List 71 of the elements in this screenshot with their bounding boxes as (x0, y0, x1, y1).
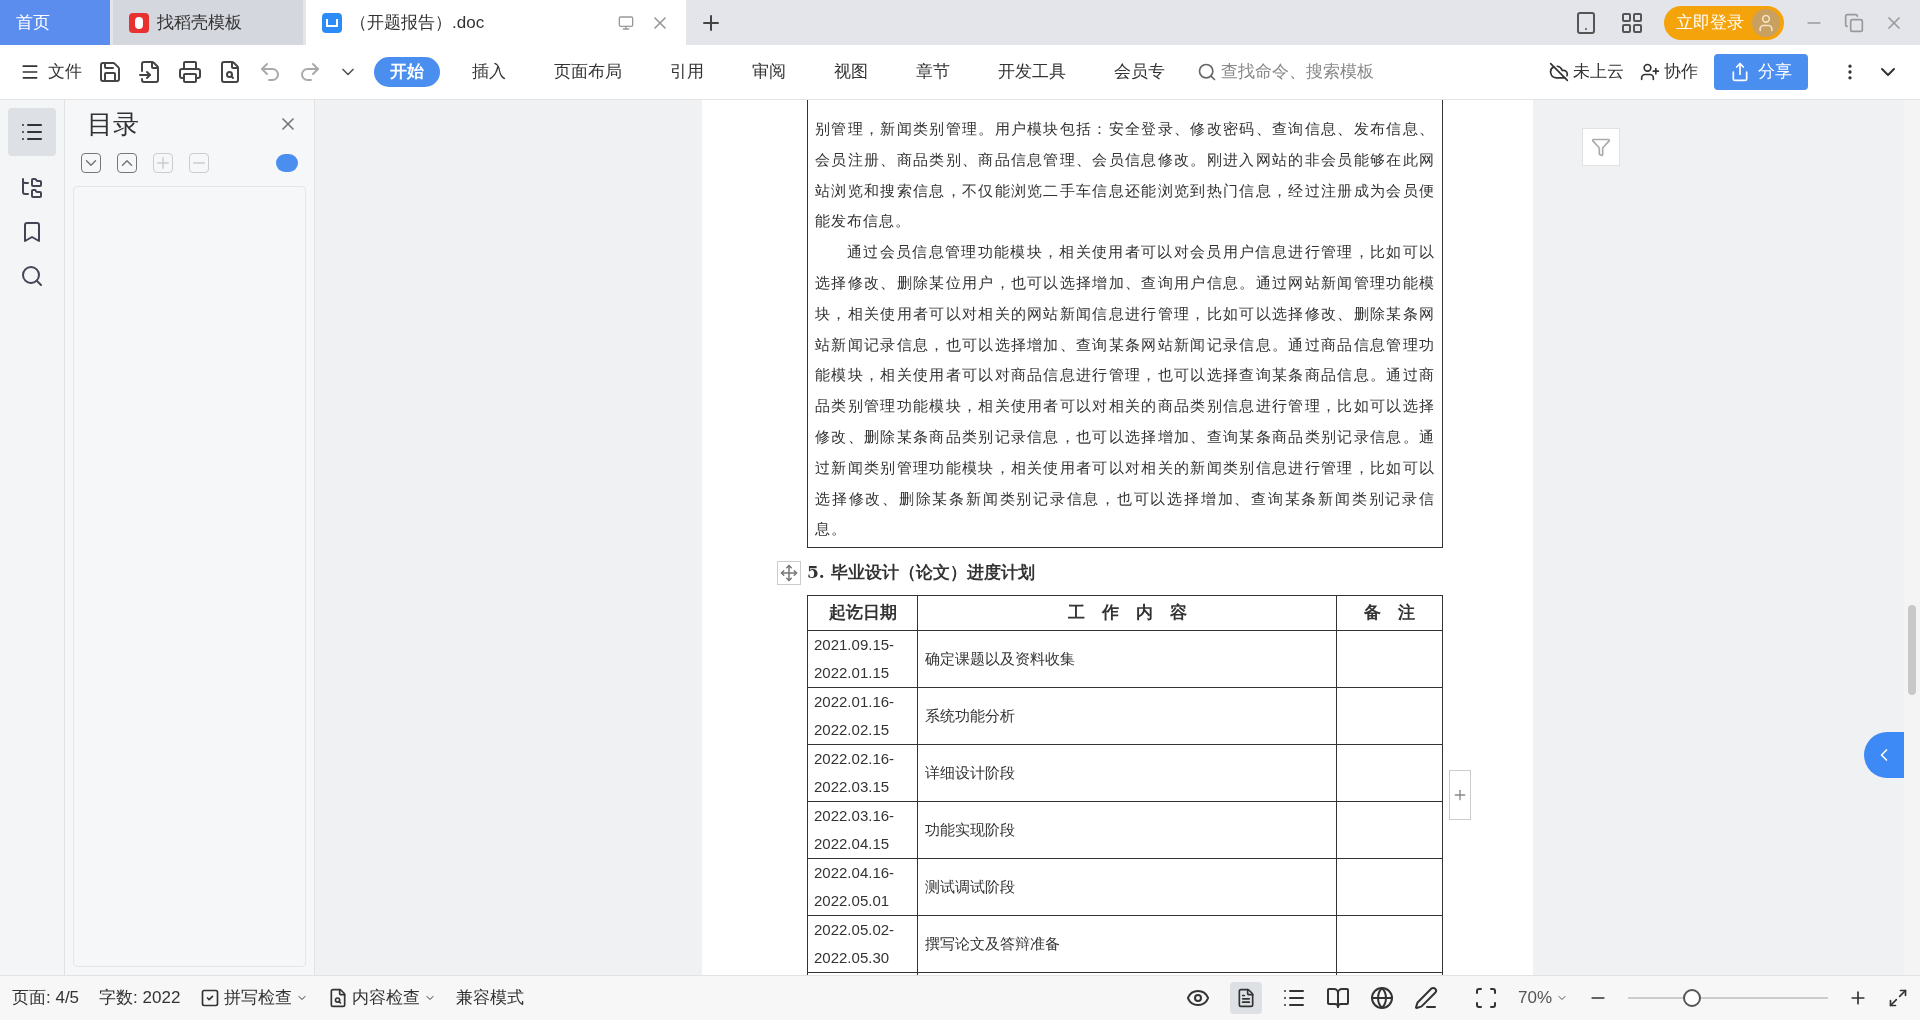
column-header: 备 注 (1336, 595, 1443, 631)
outline-tool[interactable] (8, 108, 56, 156)
save-icon[interactable] (98, 60, 122, 84)
navigation-icon[interactable] (20, 176, 44, 200)
table-cell: 2022.01.16-2022.02.15 (807, 687, 918, 745)
checkbox-icon (200, 988, 221, 1008)
page-view-button[interactable] (1229, 982, 1262, 1014)
fit-page-icon[interactable] (1473, 986, 1498, 1010)
scrollbar[interactable] (1904, 100, 1920, 975)
ribbon-tab[interactable]: 插入 (456, 57, 522, 87)
content-check-button[interactable]: 内容检查 (328, 985, 437, 1011)
paragraph: 别管理，新闻类别管理。用户模块包括：安全登录、修改密码、查询信息、发布信息、会员注册、商品类别、商品信息管理、会员信息修改。刚进入网站的非会员能够在此网站浏览和搜索信息，不仅能浏览二手车信息还能浏览到热门信息，经过注册成为会员便能发布信息。 (815, 119, 1435, 232)
export-icon[interactable] (138, 60, 162, 84)
search-icon (1197, 62, 1217, 82)
ribbon-tab[interactable]: 章节 (900, 57, 966, 87)
table-cell: 2022.02.16-2022.03.15 (807, 744, 918, 802)
table-cell: 功能实现阶段 (917, 801, 1337, 859)
read-view-icon[interactable] (1325, 986, 1350, 1010)
filter-icon (1591, 137, 1611, 157)
table-cell: 系统功能分析 (917, 687, 1337, 745)
table-cell: 2022.03.16-2022.04.15 (807, 801, 918, 859)
table-cell: 2022.04.16-2022.05.01 (807, 858, 918, 916)
document-icon (322, 12, 342, 33)
monitor-icon[interactable] (618, 14, 634, 31)
compat-mode: 兼容模式 (456, 987, 525, 1010)
ribbon-tab[interactable]: 开发工具 (982, 57, 1082, 87)
table-cell: 撰写论文及答辩准备 (917, 915, 1337, 973)
page-indicator: 页面: 4/5 (12, 987, 80, 1010)
move-handle-icon[interactable] (777, 560, 801, 585)
document-tab[interactable]: （开题报告）.doc (306, 0, 686, 45)
pen-icon[interactable] (1413, 986, 1438, 1010)
expand-icon[interactable] (81, 153, 101, 173)
table-cell: 2021.09.15-2022.01.15 (807, 630, 918, 688)
section-heading: 5. 毕业设计（论文）进度计划 (807, 560, 1035, 584)
ribbon-tab[interactable]: 审阅 (736, 57, 802, 87)
share-icon (1730, 62, 1750, 82)
ribbon-tab[interactable]: 会员专 (1098, 57, 1181, 87)
ribbon-tab[interactable]: 引用 (654, 57, 720, 87)
print-icon[interactable] (178, 60, 202, 84)
flame-icon (129, 12, 149, 33)
web-view-icon[interactable] (1369, 986, 1394, 1010)
cloud-button[interactable]: 未上云 (1549, 59, 1624, 85)
table-cell: 确定课题以及资料收集 (917, 630, 1337, 688)
menu-icon (20, 62, 40, 82)
document-search-icon (328, 988, 349, 1008)
collaborate-button[interactable]: 协作 (1640, 59, 1698, 85)
word-count: 字数: 2022 (99, 987, 181, 1010)
zoom-slider-thumb[interactable] (1683, 989, 1701, 1007)
zoom-level[interactable]: 70% (1517, 985, 1568, 1011)
fullscreen-icon[interactable] (1888, 988, 1908, 1008)
paragraph: 通过会员信息管理功能模块，相关使用者可以对会员用户信息进行管理，比如可以选择修改、删除某位用户，也可以选择增加、查询用户信息。通过网站新闻管理功能模块，相关使用者可以对相关的网站新闻信息进行管理，比如可以选择修改、删除某条网站新闻记录信息，也可以选择增加、查询某条网站新闻记录信息。通过商品信息管理功能模块，相关使用者可以对商品信息进行管理，也可以选择查询某条商品信息。通过商品类别管理功能模块，相关使用者可以对相关的商品类别信息进行管理，比如可以选择修改、删除某条商品类别记录信息，也可以选择增加、查询某条商品类别记录信息。通过新闻类别管理功能模块，相关使用者可以对相关的新闻类别信息进行管理，比如可以选择修改、删除某条新闻类别记录信息，也可以选择增加、查询某条新闻类别记录信息。 (815, 242, 1435, 540)
cloud-icon (1549, 62, 1569, 82)
preview-icon[interactable] (218, 60, 242, 84)
panel-title: 目录 (87, 107, 139, 141)
ribbon-tab[interactable]: 视图 (818, 57, 884, 87)
table-cell: 详细设计阶段 (917, 744, 1337, 802)
add-user-icon (1640, 62, 1660, 82)
side-panel-tab[interactable] (1864, 732, 1904, 778)
column-header: 工 作 内 容 (917, 595, 1337, 631)
grid-icon[interactable] (1620, 10, 1644, 35)
ribbon-tab[interactable]: 页面布局 (538, 57, 638, 87)
avatar-icon (1752, 8, 1780, 37)
table-cell: 2022.05.02-2022.05.30 (807, 915, 918, 973)
file-menu[interactable]: 文件 (20, 59, 82, 85)
table-cell: 测试调试阶段 (917, 858, 1337, 916)
spell-check-button[interactable]: 拼写检查 (200, 985, 309, 1011)
column-header: 起讫日期 (807, 595, 918, 631)
plus-icon (1452, 787, 1468, 803)
search-field[interactable]: 查找命令、搜索模板 (1197, 59, 1417, 85)
document-tab[interactable]: 找稻壳模板 (113, 0, 303, 45)
search-icon[interactable] (20, 264, 44, 288)
